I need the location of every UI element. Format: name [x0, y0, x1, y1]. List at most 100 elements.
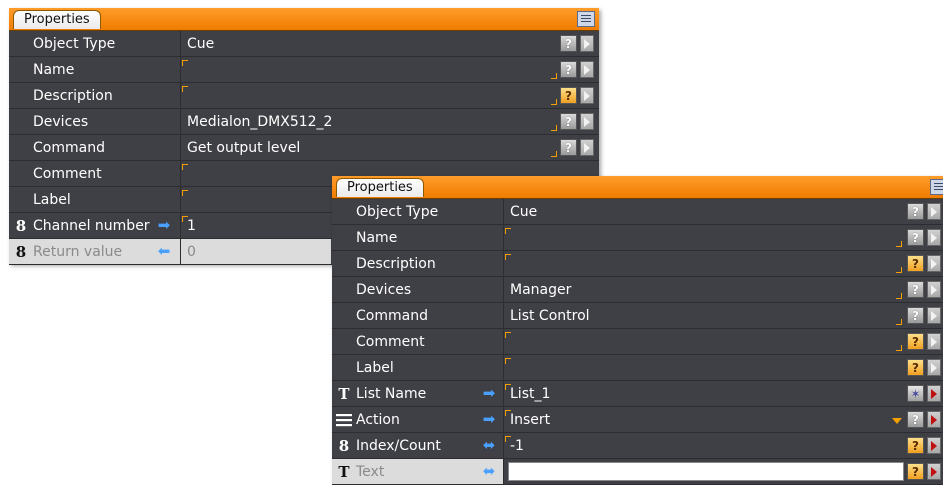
value-text: Cue	[510, 203, 538, 220]
help-button[interactable]: ?	[560, 35, 577, 52]
panel-options-icon[interactable]	[577, 11, 595, 27]
list-name-field[interactable]: List_1	[504, 381, 904, 406]
value-text: 0	[187, 243, 196, 260]
row-label: Comment	[356, 333, 425, 350]
help-button[interactable]: ?	[907, 203, 924, 220]
numeric-8-icon: 8	[338, 436, 350, 455]
expand-arrow-button[interactable]	[927, 437, 941, 454]
expand-arrow-button[interactable]	[927, 333, 941, 350]
field-corner-marker	[505, 358, 511, 364]
expand-arrow-button[interactable]	[927, 255, 941, 272]
devices-field[interactable]: Medialon_DMX512_2	[181, 109, 559, 134]
row-command: Command List Control ?	[332, 303, 943, 329]
field-corner-marker	[551, 73, 557, 79]
text-input[interactable]	[508, 462, 904, 481]
name-field[interactable]	[504, 225, 904, 250]
value-field[interactable]: Cue	[181, 31, 561, 56]
row-list-name: T List Name ➡ List_1 ✶	[332, 381, 943, 407]
numeric-8-icon: 8	[15, 242, 27, 261]
row-label: Label	[356, 359, 394, 376]
expand-arrow-button[interactable]	[927, 359, 941, 376]
expand-arrow-button[interactable]	[580, 61, 594, 78]
return-value-field[interactable]: 0	[181, 239, 331, 264]
row-label: Channel number	[33, 217, 150, 234]
expand-arrow-button[interactable]	[580, 87, 594, 104]
comment-field[interactable]	[504, 329, 904, 354]
row-label-prop: Label ?	[332, 355, 943, 381]
help-button[interactable]: ?	[907, 333, 924, 350]
field-corner-marker	[182, 190, 188, 196]
expand-arrow-button[interactable]	[580, 113, 594, 130]
row-label: Index/Count	[356, 437, 441, 454]
row-label: Action	[356, 411, 400, 428]
row-label: Comment	[33, 165, 102, 182]
help-button[interactable]: ?	[907, 307, 924, 324]
row-devices: Devices Medialon_DMX512_2 ?	[9, 109, 599, 135]
row-label: Devices	[356, 281, 412, 298]
expand-arrow-button[interactable]	[927, 385, 941, 402]
expand-arrow-button[interactable]	[927, 411, 941, 428]
field-corner-marker	[551, 125, 557, 131]
action-dropdown[interactable]: Insert	[504, 407, 904, 432]
wizard-wand-icon[interactable]: ✶	[907, 385, 924, 402]
row-object-type: Object Type Cue ?	[332, 199, 943, 225]
expand-arrow-button[interactable]	[927, 463, 941, 480]
field-corner-marker	[551, 99, 557, 105]
panel-options-icon[interactable]	[930, 179, 943, 195]
field-corner-marker	[505, 228, 511, 234]
row-name: Name ?	[9, 57, 599, 83]
row-label: Command	[356, 307, 428, 324]
bidirectional-arrow-icon: ⬌	[482, 436, 496, 454]
dropdown-caret-icon[interactable]	[892, 418, 902, 424]
output-arrow-icon: ⬅	[157, 242, 171, 260]
panel-2-header: Properties	[332, 176, 943, 199]
expand-arrow-button[interactable]	[927, 229, 941, 246]
description-field[interactable]	[181, 83, 559, 108]
name-field[interactable]	[181, 57, 559, 82]
value-text: List Control	[510, 307, 590, 324]
row-index-count: 8 Index/Count ⬌ -1 ?	[332, 433, 943, 459]
expand-arrow-button[interactable]	[580, 139, 594, 156]
expand-arrow-button[interactable]	[927, 307, 941, 324]
row-label: Description	[33, 87, 113, 104]
index-count-field[interactable]: -1	[504, 433, 904, 458]
expand-arrow-button[interactable]	[580, 35, 594, 52]
help-button[interactable]: ?	[560, 61, 577, 78]
properties-tab[interactable]: Properties	[336, 178, 424, 197]
field-corner-marker	[182, 216, 188, 222]
field-corner-marker	[505, 332, 511, 338]
help-button[interactable]: ?	[560, 113, 577, 130]
devices-field[interactable]: Manager	[504, 277, 904, 302]
row-description: Description ?	[9, 83, 599, 109]
value-field[interactable]: Cue	[504, 199, 904, 224]
text-type-icon: T	[338, 384, 350, 403]
help-button[interactable]: ?	[907, 255, 924, 272]
row-text: T Text ⬌ ?	[332, 459, 943, 485]
row-label: Return value	[33, 243, 123, 260]
expand-arrow-button[interactable]	[927, 281, 941, 298]
description-field[interactable]	[504, 251, 904, 276]
field-corner-marker	[182, 164, 188, 170]
field-corner-marker	[896, 267, 902, 273]
help-button[interactable]: ?	[907, 437, 924, 454]
help-button[interactable]: ?	[907, 411, 924, 428]
input-arrow-icon: ➡	[157, 216, 171, 234]
command-field[interactable]: Get output level	[181, 135, 559, 160]
row-comment: Comment ?	[332, 329, 943, 355]
panel-1-header: Properties	[9, 8, 599, 31]
row-command: Command Get output level ?	[9, 135, 599, 161]
help-button[interactable]: ?	[560, 139, 577, 156]
properties-tab[interactable]: Properties	[13, 10, 101, 29]
help-button[interactable]: ?	[560, 87, 577, 104]
command-field[interactable]: List Control	[504, 303, 904, 328]
expand-arrow-button[interactable]	[927, 203, 941, 220]
numeric-8-icon: 8	[15, 216, 27, 235]
help-button[interactable]: ?	[907, 359, 924, 376]
list-type-icon	[336, 411, 352, 428]
row-label: Description	[356, 255, 436, 272]
help-button[interactable]: ?	[907, 229, 924, 246]
help-button[interactable]: ?	[907, 281, 924, 298]
help-button[interactable]: ?	[907, 463, 924, 480]
value-text: -1	[510, 437, 524, 454]
label-field[interactable]	[504, 355, 904, 380]
